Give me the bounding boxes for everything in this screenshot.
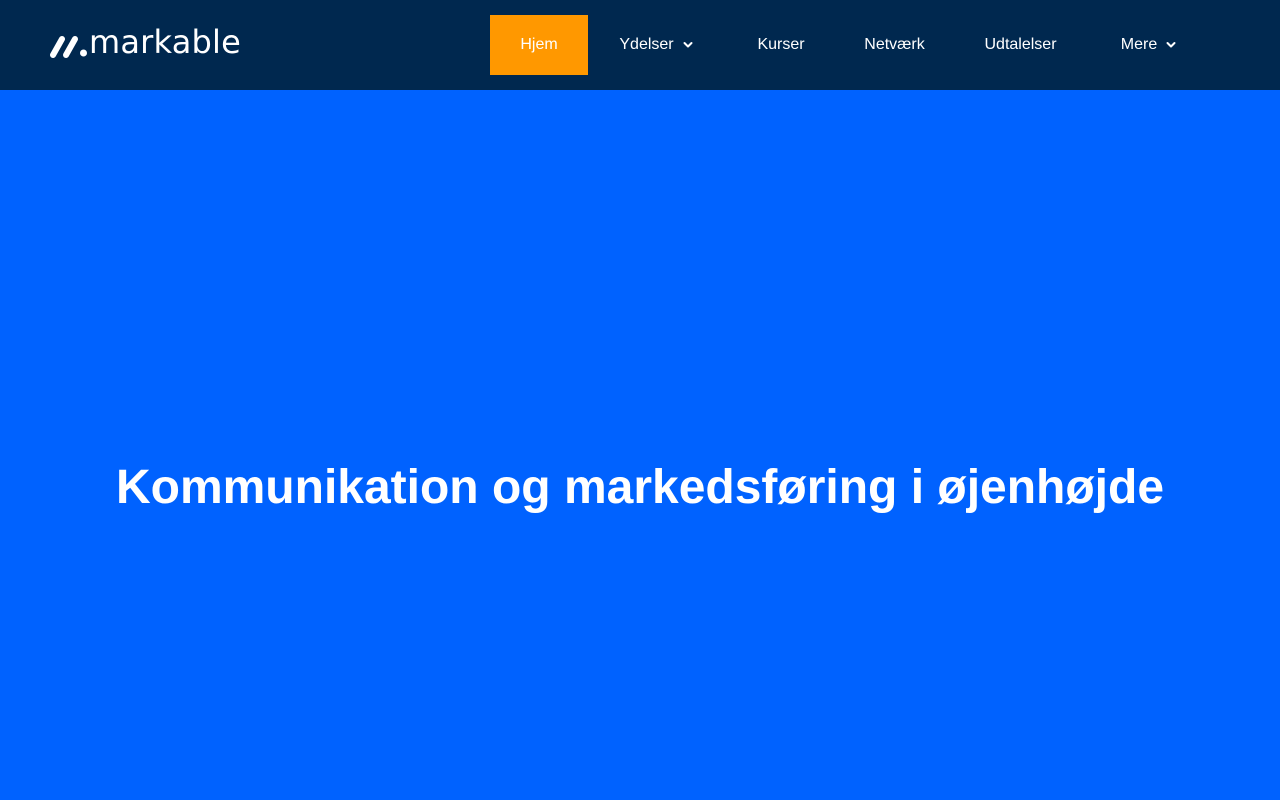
nav-item-netvaerk[interactable]: Netværk: [837, 15, 952, 75]
hero-section: Kommunikation og markedsføring i øjenhøj…: [0, 90, 1280, 800]
nav-item-kurser[interactable]: Kurser: [725, 15, 837, 75]
nav-item-label: Udtalelser: [984, 36, 1057, 53]
nav-item-ydelser[interactable]: Ydelser: [588, 15, 725, 75]
chevron-down-icon: [683, 42, 693, 48]
logo-text: markable: [89, 23, 242, 61]
nav-item-label: Hjem: [520, 36, 558, 53]
nav-item-udtalelser[interactable]: Udtalelser: [952, 15, 1089, 75]
nav-item-label: Netværk: [864, 36, 925, 53]
nav-item-hjem[interactable]: Hjem: [490, 15, 588, 75]
main-nav: Hjem Ydelser Kurser Netværk Udtalelser M…: [490, 15, 1209, 75]
nav-item-label: Mere: [1120, 36, 1158, 53]
logo-link[interactable]: markable: [50, 23, 242, 61]
site-header: markable Hjem Ydelser Kurser Netværk Udt…: [0, 0, 1280, 90]
nav-item-label: Kurser: [757, 36, 805, 53]
hero-title: Kommunikation og markedsføring i øjenhøj…: [115, 461, 1165, 514]
markable-logo-icon: [50, 36, 87, 58]
chevron-down-icon: [1166, 42, 1176, 48]
nav-item-label: Ydelser: [619, 36, 674, 53]
nav-item-mere[interactable]: Mere: [1089, 15, 1209, 75]
